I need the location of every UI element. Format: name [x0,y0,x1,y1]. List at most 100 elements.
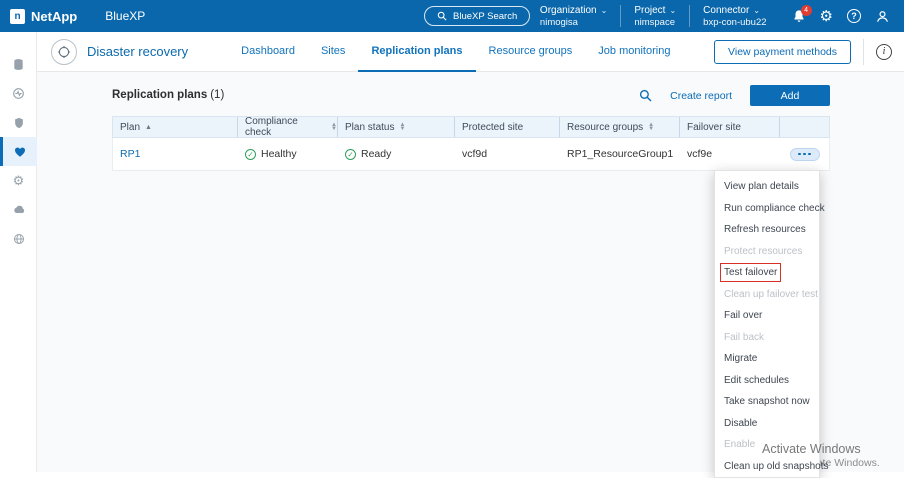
add-button[interactable]: Add [750,85,830,106]
connector-dropdown[interactable]: Connector ⌄ bxp-con-ubu22 [690,5,779,28]
view-payment-methods-button[interactable]: View payment methods [714,40,851,64]
test-failover-annotation: Test failover [724,267,777,278]
info-icon[interactable]: i [876,44,892,60]
sort-asc-icon: ▲ [145,124,152,131]
tab-bar: Dashboard Sites Replication plans Resour… [228,32,683,72]
table-header-row: Plan ▲ Compliance check ▲▼ Plan status ▲… [112,116,830,138]
menu-item-label: Fail over [724,310,762,321]
plan-count: (1) [210,89,224,101]
column-header-compliance-check[interactable]: Compliance check ▲▼ [238,117,338,137]
column-header-actions [780,117,829,137]
notifications-button[interactable]: 4 [792,9,806,23]
column-label: Plan status [345,122,394,133]
netapp-logo-icon: n [10,9,25,24]
column-header-plan[interactable]: Plan ▲ [113,117,238,137]
brand-name: NetApp [31,9,77,24]
heart-icon [14,146,26,158]
menu-item-label: View plan details [724,181,799,192]
menu-item-take-snapshot-now[interactable]: Take snapshot now [715,391,819,413]
section-heading-text: Replication plans [112,89,207,101]
bluexp-search[interactable]: BlueXP Search [424,6,530,26]
menu-item-migrate[interactable]: Migrate [715,348,819,370]
menu-item-fail-over[interactable]: Fail over [715,305,819,327]
tab-dashboard[interactable]: Dashboard [228,32,308,72]
table-toolbar: Create report Add [639,85,830,106]
menu-item-label: Disable [724,418,757,429]
menu-item-label: Migrate [724,353,757,364]
replication-plans-table: Plan ▲ Compliance check ▲▼ Plan status ▲… [112,116,830,171]
column-label: Resource groups [567,122,643,133]
menu-item-disable[interactable]: Disable [715,413,819,435]
menu-item-clean-up-failover-test: Clean up failover test [715,284,819,306]
menu-item-label: Refresh resources [724,224,806,235]
menu-item-view-plan-details[interactable]: View plan details [715,176,819,198]
compliance-value: Healthy [261,148,297,160]
row-actions-button[interactable] [790,148,820,161]
column-header-failover-site[interactable]: Failover site [680,117,780,137]
account-icon[interactable] [875,9,890,24]
search-placeholder: BlueXP Search [453,11,517,22]
search-icon [437,11,447,21]
table-search-icon[interactable] [639,89,652,102]
menu-item-label: Enable [724,439,755,450]
tab-resource-groups[interactable]: Resource groups [476,32,586,72]
create-report-link[interactable]: Create report [670,90,732,102]
menu-item-label: Edit schedules [724,375,789,386]
column-label: Plan [120,122,140,133]
menu-item-run-compliance-check[interactable]: Run compliance check [715,198,819,220]
project-dropdown[interactable]: Project ⌄ nimspace [621,5,689,28]
sidebar-item-disaster-recovery[interactable] [0,137,37,166]
menu-item-edit-schedules[interactable]: Edit schedules [715,370,819,392]
chevron-down-icon: ⌄ [753,6,760,15]
divider [863,39,864,65]
shield-icon [13,117,25,129]
column-label: Failover site [687,122,741,133]
connector-value: bxp-con-ubu22 [703,17,766,28]
gear-icon: ⚙ [13,174,25,187]
menu-item-label: Clean up failover test [724,289,818,300]
menu-item-label: Fail back [724,332,764,343]
menu-item-refresh-resources[interactable]: Refresh resources [715,219,819,241]
menu-item-protect-resources: Protect resources [715,241,819,263]
ready-check-icon: ✓ [345,149,356,160]
organization-dropdown[interactable]: Organization ⌄ nimogisa [527,5,620,28]
sidebar-item-mobility[interactable] [0,195,37,224]
row-actions-menu: View plan details Run compliance check R… [714,170,820,478]
connector-label: Connector [703,5,749,16]
settings-gear-icon[interactable]: ⚙ [820,9,833,24]
menu-item-label: Take snapshot now [724,396,810,407]
column-label: Compliance check [245,116,326,138]
tab-replication-plans[interactable]: Replication plans [358,32,475,72]
storage-icon [12,58,25,71]
project-label: Project [634,5,665,16]
left-nav: ⚙ [0,32,37,472]
notification-badge: 4 [801,5,812,16]
tab-sites[interactable]: Sites [308,32,358,72]
sidebar-item-operations[interactable]: ⚙ [0,166,37,195]
globe-icon [13,233,25,245]
sidebar-item-extensions[interactable] [0,224,37,253]
plan-name-link[interactable]: RP1 [120,148,140,160]
health-icon [12,87,25,100]
menu-item-label: Protect resources [724,246,802,257]
sidebar-item-protection[interactable] [0,108,37,137]
sort-icon: ▲▼ [399,123,405,131]
page-header: Disaster recovery Dashboard Sites Replic… [37,32,904,72]
sidebar-item-health[interactable] [0,79,37,108]
column-header-resource-groups[interactable]: Resource groups ▲▼ [560,117,680,137]
healthy-check-icon: ✓ [245,149,256,160]
menu-item-label: Run compliance check [724,203,825,214]
column-header-protected-site[interactable]: Protected site [455,117,560,137]
page-title: Disaster recovery [87,44,188,59]
menu-item-clean-up-old-snapshots[interactable]: Clean up old snapshots [715,456,819,478]
plan-status-value: Ready [361,148,391,160]
tab-job-monitoring[interactable]: Job monitoring [585,32,683,72]
top-bar: n NetApp BlueXP BlueXP Search Organizati… [0,0,904,32]
column-header-plan-status[interactable]: Plan status ▲▼ [338,117,455,137]
disaster-recovery-icon [51,39,77,65]
menu-item-test-failover[interactable]: Test failover [715,262,819,284]
help-icon[interactable]: ? [847,9,861,23]
product-name: BlueXP [105,9,145,23]
sidebar-item-storage[interactable] [0,50,37,79]
chevron-down-icon: ⌄ [601,6,608,15]
